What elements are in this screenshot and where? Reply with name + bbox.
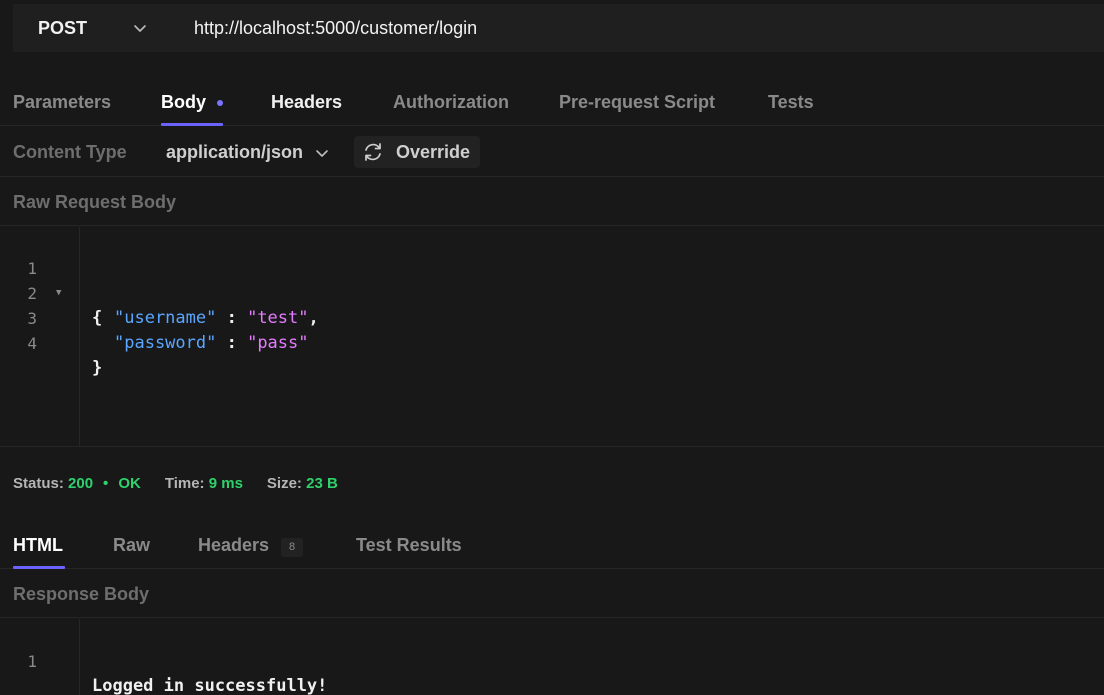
- code-line: 1 Logged in successfully!: [0, 624, 327, 695]
- override-button[interactable]: Override: [354, 136, 480, 168]
- code-line: 4 }: [0, 306, 102, 378]
- tab-raw[interactable]: Raw: [113, 521, 150, 569]
- tab-label: Body: [161, 92, 206, 112]
- modified-dot-icon: [217, 100, 223, 106]
- tab-label: Authorization: [393, 92, 509, 112]
- size-value: 23 B: [306, 475, 338, 492]
- request-body-editor[interactable]: 1 ▼ { 2 "username" : "test", 3 "password…: [0, 227, 1104, 446]
- method-select[interactable]: POST: [13, 4, 168, 52]
- time-info: Time: 9 ms: [165, 475, 243, 492]
- tab-parameters[interactable]: Parameters: [13, 78, 111, 126]
- tab-label: Test Results: [356, 535, 462, 555]
- code-line: 1 ▼ {: [0, 231, 102, 328]
- content-type-select[interactable]: application/json: [166, 142, 329, 163]
- code-text: }: [92, 358, 103, 378]
- json-string: "pass": [247, 333, 309, 353]
- json-colon: :: [216, 308, 248, 328]
- tab-response-headers[interactable]: Headers 8: [198, 521, 304, 569]
- content-type-label: Content Type: [13, 142, 127, 162]
- tab-label: Raw: [113, 535, 151, 555]
- chevron-down-icon: [134, 25, 146, 32]
- response-status-bar: Status: 200 • OK Time: 9 ms Size: 23 B: [13, 475, 362, 492]
- divider: [0, 446, 1104, 447]
- time-value: 9 ms: [208, 475, 243, 492]
- content-type-value: application/json: [166, 142, 304, 162]
- code-text: "username" : "test",: [114, 306, 319, 331]
- code-line: 2 "username" : "test",: [0, 256, 318, 328]
- tab-body[interactable]: Body: [161, 78, 223, 126]
- request-body-header: Raw Request Body: [0, 178, 1104, 226]
- tab-label: Parameters: [13, 92, 112, 112]
- size-label: Size:: [266, 475, 302, 492]
- status-label: Status:: [13, 475, 64, 492]
- chevron-down-icon: [316, 149, 328, 157]
- json-key: "password": [114, 333, 217, 353]
- json-string: "test": [247, 308, 309, 328]
- refresh-icon: [365, 143, 381, 161]
- request-panel: POST Parameters Body Headers Authorizati…: [0, 0, 1104, 695]
- tab-label: Headers: [198, 535, 270, 555]
- line-number: 1: [27, 652, 37, 671]
- code-text: {: [92, 308, 103, 328]
- content-type-row: Content Type application/json Override: [0, 127, 1104, 177]
- method-label: POST: [38, 17, 88, 38]
- tab-html[interactable]: HTML: [13, 521, 65, 569]
- request-tabs: Parameters Body Headers Authorization Pr…: [0, 78, 1104, 126]
- active-tab-indicator: [161, 123, 223, 126]
- override-label: Override: [396, 141, 471, 162]
- tab-test-results[interactable]: Test Results: [356, 521, 462, 569]
- json-colon: :: [216, 333, 248, 353]
- url-bar: POST: [13, 4, 1104, 52]
- time-label: Time:: [164, 475, 205, 492]
- tab-label: HTML: [13, 535, 63, 555]
- code-text: "password" : "pass": [114, 331, 309, 356]
- response-body-viewer[interactable]: 1 Logged in successfully!: [0, 619, 1104, 695]
- tab-label: Headers: [271, 92, 343, 112]
- tab-authorization[interactable]: Authorization: [393, 78, 509, 126]
- status-text: OK: [118, 475, 141, 492]
- code-line: 3 "password" : "pass": [0, 281, 308, 353]
- request-body-title: Raw Request Body: [13, 192, 177, 212]
- active-tab-indicator: [13, 566, 65, 569]
- json-key: "username": [114, 308, 217, 328]
- tab-label: Pre-request Script: [559, 92, 716, 112]
- status-separator-dot: •: [103, 475, 109, 492]
- size-info: Size: 23 B: [267, 475, 338, 492]
- json-comma: ,: [308, 308, 319, 328]
- tab-label: Tests: [768, 92, 814, 112]
- response-text: Logged in successfully!: [92, 676, 328, 695]
- response-body-title: Response Body: [13, 584, 150, 604]
- status-info: Status: 200 • OK: [13, 475, 141, 492]
- tab-tests[interactable]: Tests: [768, 78, 814, 126]
- response-body-header: Response Body: [0, 570, 1104, 618]
- tab-pre-request-script[interactable]: Pre-request Script: [559, 78, 715, 126]
- status-code: 200: [68, 475, 94, 492]
- url-input[interactable]: [194, 13, 1044, 43]
- headers-count-badge: 8: [281, 538, 304, 557]
- line-number: 4: [27, 334, 37, 353]
- tab-headers[interactable]: Headers: [271, 78, 342, 126]
- response-tabs: HTML Raw Headers 8 Test Results: [0, 521, 1104, 569]
